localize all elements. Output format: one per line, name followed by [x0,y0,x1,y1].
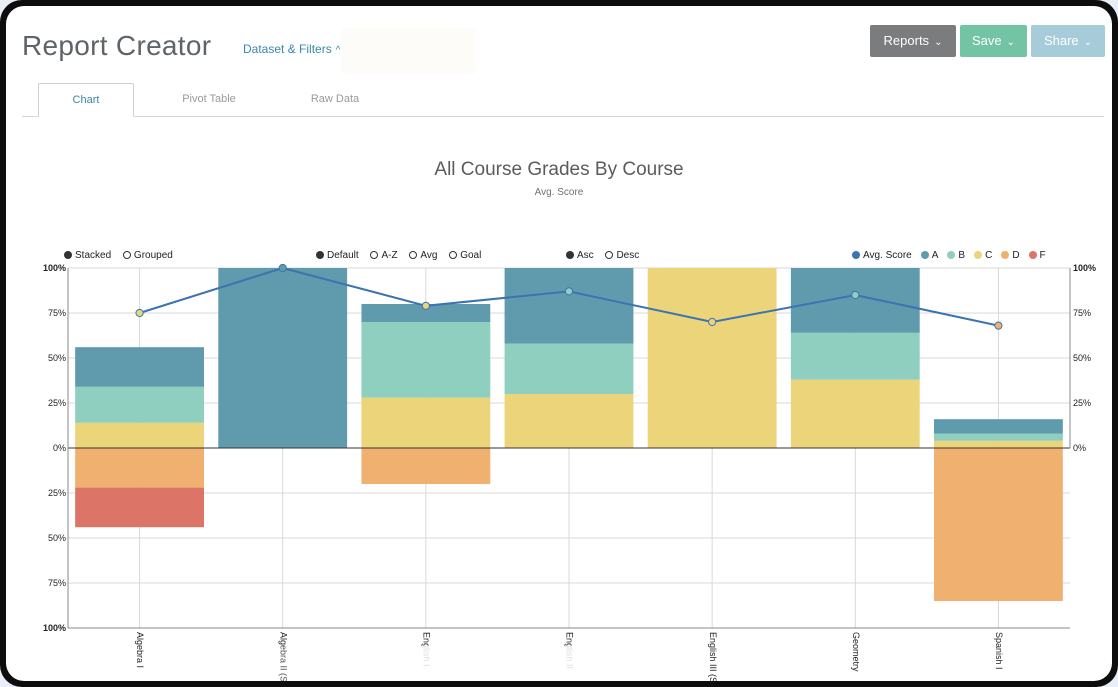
avg-score-point [421,301,430,310]
bar-a [790,268,920,333]
avg-score-point [708,317,717,327]
bar-c [934,440,1063,448]
bar-a [504,268,634,344]
bar-b [361,322,491,398]
bar-c [361,397,491,448]
avg-score-point [994,321,1003,330]
x-tick-label: English II [565,632,575,669]
bar-a [934,419,1063,434]
bar-f [75,487,204,528]
x-tick-label: Algebra I [135,632,145,668]
bar-a [218,268,348,448]
y-tick-label-right: 0% [1073,443,1086,453]
bar-c [647,268,777,448]
avg-score-point [564,287,574,296]
y-tick-label-left: 75% [48,578,66,588]
bar-b [790,332,920,380]
y-tick-label-right: 25% [1073,398,1091,408]
avg-score-point [278,263,287,273]
y-tick-label-left: 100% [43,623,66,633]
bar-d [361,448,491,484]
x-tick-label: English III (S [708,632,718,681]
y-tick-label-left: 0% [53,443,66,453]
y-tick-label-left: 75% [48,308,66,318]
y-tick-label-right: 75% [1073,308,1091,318]
report-panel: Report Creator Dataset & Filters ^ Report… [6,6,1112,681]
bar-c [75,422,204,448]
y-tick-label-right: 100% [1073,263,1096,273]
y-tick-label-right: 50% [1073,353,1091,363]
bar-b [504,343,634,394]
avg-score-point [851,290,860,300]
chart-canvas: 100% 75% 50% 25% 0% 25% 50% 75% 100% 100% 75% 50% 25… [43,263,1096,681]
avg-score-point [135,308,144,318]
x-tick-label: Spanish I [994,632,1004,670]
bar-b [934,433,1063,441]
y-tick-label-left: 50% [48,353,66,363]
y-tick-label-left: 25% [48,488,66,498]
y-tick-label-left: 25% [48,398,66,408]
bar-d [934,448,1063,601]
bar-c [504,394,634,448]
bar-b [75,386,204,423]
x-tick-label: Algebra II (S [278,632,288,681]
x-tick-label: English I [421,632,431,667]
y-tick-label-left: 50% [48,533,66,543]
bar-a [75,347,204,387]
x-tick-label: Geometry [851,632,861,672]
bar-c [790,379,920,448]
bar-d [75,448,204,488]
y-tick-label-left: 100% [43,263,66,273]
